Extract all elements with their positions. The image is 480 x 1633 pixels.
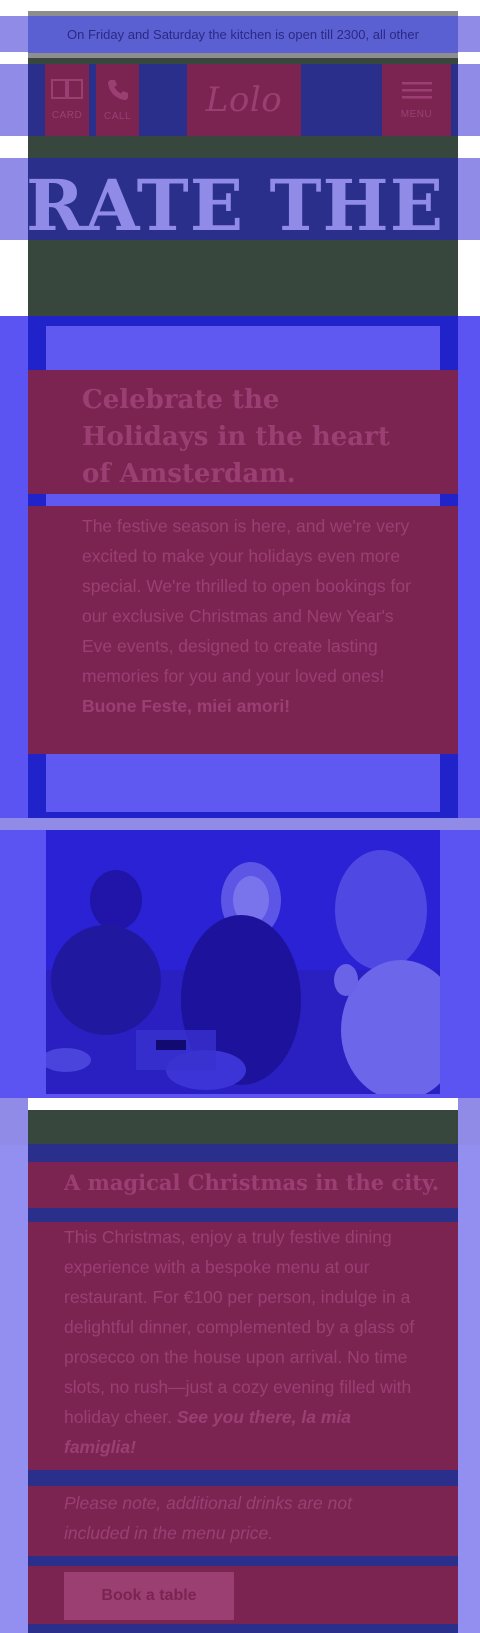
hero-marquee: RATE THE H — [28, 158, 458, 240]
intro-body-emphasis: Buone Feste, miei amori! — [82, 696, 291, 716]
card-button[interactable]: CARD — [45, 64, 89, 136]
menu-label: MENU — [400, 109, 433, 120]
intro-body-text: The festive season is here, and we're ve… — [82, 516, 411, 686]
book-table-button[interactable]: Book a table — [64, 1572, 234, 1620]
hero-headline: RATE THE H — [28, 164, 458, 240]
card-label: CARD — [51, 110, 83, 121]
christmas-title: A magical Christmas in the city. — [64, 1170, 440, 1195]
logo-text: Lolo — [205, 80, 282, 120]
lolo-logo: Lolo — [205, 80, 282, 120]
intro-body: The festive season is here, and we're ve… — [82, 511, 414, 721]
guests-dining-photo — [46, 830, 440, 1094]
hamburger-menu-icon — [400, 80, 434, 103]
right-overlay-band-lower — [458, 1145, 480, 1633]
phone-icon — [106, 78, 130, 105]
call-button[interactable]: CALL — [96, 64, 139, 136]
announcement-bar: On Friday and Saturday the kitchen is op… — [28, 11, 458, 58]
price-note: Please note, additional drinks are not i… — [64, 1493, 352, 1543]
christmas-body-text: This Christmas, enjoy a truly festive di… — [64, 1227, 415, 1427]
book-open-icon — [51, 79, 83, 104]
photo-overlay-band — [0, 818, 480, 830]
call-label: CALL — [103, 111, 131, 122]
left-overlay-band-lower — [0, 1145, 28, 1633]
intro-title: Celebrate the Holidays in the heart of A… — [82, 385, 390, 489]
logo-link[interactable]: Lolo — [187, 64, 301, 136]
menu-button[interactable]: MENU — [382, 64, 451, 136]
announcement-text: On Friday and Saturday the kitchen is op… — [67, 27, 419, 42]
christmas-body: This Christmas, enjoy a truly festive di… — [64, 1222, 420, 1462]
divider-band — [28, 1110, 458, 1144]
